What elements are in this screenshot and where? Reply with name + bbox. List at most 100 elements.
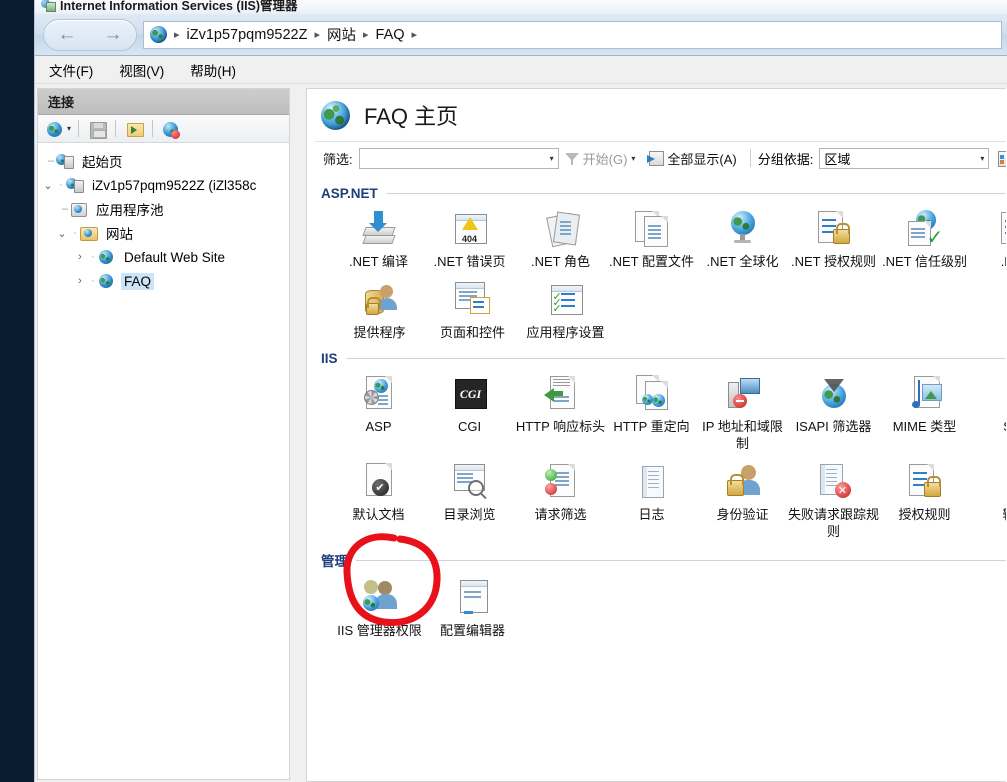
chevron-down-icon[interactable]: ▾	[67, 124, 71, 133]
tree-item-app-pools[interactable]: ┄ 应用程序池	[38, 197, 289, 221]
feature-row: .NET 编译 404 .NET 错误页 .NET 角色 .NET 配置文件 .…	[321, 203, 1007, 274]
feature-net-compilation[interactable]: .NET 编译	[333, 203, 424, 274]
isapi-filters-icon	[813, 374, 855, 414]
feature-label: 输出	[970, 506, 1007, 523]
feature-logging[interactable]: 日志	[606, 456, 697, 544]
go-button[interactable]: 开始(G) ▾	[559, 147, 642, 169]
iis-app-icon	[41, 0, 56, 12]
chevron-right-icon[interactable]: ›	[72, 275, 88, 287]
feature-isapi-filters[interactable]: ISAPI 筛选器	[788, 368, 879, 456]
feature-net-trust-levels[interactable]: ✓ .NET 信任级别	[879, 203, 970, 274]
feature-label: IIS 管理器权限	[337, 623, 422, 638]
tree-item-server[interactable]: ⌄ · iZv1p57pqm9522Z (iZl358c	[38, 173, 289, 197]
group-header: ASP.NET	[321, 186, 1007, 201]
breadcrumb-separator: ▸	[411, 29, 418, 41]
failed-request-tracing-rules-icon: ✕	[813, 462, 855, 502]
feature-group-management: 管理 IIS 管理器权限 配置编辑器	[321, 550, 1007, 643]
http-response-headers-icon	[540, 374, 582, 414]
feature-mime-types[interactable]: MIME 类型	[879, 368, 970, 456]
feature-label: 默认文档	[352, 507, 405, 522]
tree-item-label: FAQ	[121, 272, 155, 290]
group-header: 管理	[321, 550, 1007, 570]
feature-request-filtering[interactable]: 请求筛选	[515, 456, 606, 544]
feature-configuration-editor[interactable]: 配置编辑器	[426, 572, 519, 643]
feature-http-response-headers[interactable]: HTTP 响应标头	[515, 368, 606, 456]
menu-file[interactable]: 文件(F)	[49, 60, 93, 80]
connections-pane: 连接 ▾ ┄ 起始页 ⌄ · iZv1p57pqm9522Z (iZl358c …	[37, 88, 290, 780]
feature-net-authorization-rules[interactable]: .NET 授权规则	[788, 203, 879, 274]
tree-item-label: Default Web Site	[124, 249, 226, 265]
address-breadcrumb-bar[interactable]: ▸ iZv1p57pqm9522Z ▸ 网站 ▸ FAQ ▸	[143, 20, 1002, 49]
forward-button[interactable]: →	[104, 25, 123, 44]
connect-to-site-icon[interactable]	[123, 118, 145, 140]
connection-globe-icon	[150, 26, 167, 43]
connect-to-icon[interactable]	[44, 118, 66, 140]
window-title-text: Internet Information Services (IIS)管理器	[60, 0, 298, 13]
group-by-select[interactable]: 区域 ▾	[819, 147, 990, 169]
breadcrumb-server[interactable]: iZv1p57pqm9522Z	[187, 27, 308, 43]
menu-help[interactable]: 帮助(H)	[190, 60, 236, 80]
feature-default-document[interactable]: ✔ 默认文档	[333, 456, 424, 544]
tree-item-faq[interactable]: › · FAQ	[38, 269, 289, 293]
save-icon[interactable]	[86, 118, 108, 140]
feature-ssl-settings[interactable]: SSL	[970, 368, 1007, 456]
http-redirect-icon	[631, 374, 673, 414]
feature-iis-manager-permissions[interactable]: IIS 管理器权限	[333, 572, 426, 643]
feature-directory-browsing[interactable]: 目录浏览	[424, 456, 515, 544]
breadcrumb-faq[interactable]: FAQ	[376, 27, 405, 43]
tree-branch-line: ·	[59, 179, 63, 191]
chevron-right-icon[interactable]: ›	[72, 251, 88, 263]
feature-failed-request-tracing-rules[interactable]: ✕ 失败请求跟踪规则	[788, 456, 879, 544]
filter-input[interactable]: ▾	[358, 147, 559, 169]
breadcrumb-separator: ▸	[314, 29, 320, 41]
feature-net-globalization[interactable]: .NET 全球化	[697, 203, 788, 274]
providers-icon	[359, 280, 401, 320]
feature-application-settings[interactable]: ✓ ✓ ✓ 应用程序设置	[519, 274, 612, 345]
default-document-icon: ✔	[358, 462, 400, 502]
feature-authentication[interactable]: 身份验证	[697, 456, 788, 544]
feature-label: 提供程序	[353, 325, 406, 340]
feature-authorization-rules[interactable]: 授权规则	[879, 456, 970, 544]
show-all-icon	[647, 151, 665, 166]
feature-label: .NET 授权规则	[791, 254, 876, 269]
go-button-label: 开始(G)	[582, 151, 628, 167]
menu-bar: 文件(F) 视图(V) 帮助(H)	[35, 56, 1007, 84]
group-rule	[356, 559, 1007, 561]
feature-asp[interactable]: ASP	[333, 368, 424, 456]
disconnect-icon[interactable]	[160, 118, 182, 140]
feature-net-profile[interactable]: .NET 配置文件	[606, 203, 697, 274]
feature-label: 配置编辑器	[439, 623, 505, 638]
tree-branch-line: ·	[73, 227, 77, 239]
chevron-down-icon[interactable]: ⌄	[40, 179, 56, 192]
feature-providers[interactable]: 提供程序	[333, 274, 426, 345]
feature-net-error-pages[interactable]: 404 .NET 错误页	[424, 203, 515, 274]
chevron-down-icon[interactable]: ▾	[550, 154, 554, 163]
back-button[interactable]: ←	[58, 25, 77, 44]
feature-ip-address-domain-restrictions[interactable]: IP 地址和域限制	[697, 368, 788, 456]
feature-pages-and-controls[interactable]: 页面和控件	[426, 274, 519, 345]
pane-splitter[interactable]	[291, 88, 305, 780]
tree-item-sites[interactable]: ⌄ · 网站	[38, 221, 289, 245]
directory-browsing-icon	[449, 462, 491, 502]
chevron-down-icon[interactable]: ▾	[631, 154, 635, 163]
feature-output-caching[interactable]: 输出	[970, 456, 1007, 544]
breadcrumb-sites[interactable]: 网站	[327, 24, 356, 45]
server-icon	[66, 177, 84, 193]
feature-label: .NET 编译	[349, 254, 408, 269]
tree-item-default-web-site[interactable]: › · Default Web Site	[38, 245, 289, 269]
feature-label: 身份验证	[716, 507, 769, 522]
show-all-label: 全部显示(A)	[667, 151, 737, 167]
feature-label: .NET 信任级别	[882, 254, 967, 269]
chevron-down-icon[interactable]: ⌄	[54, 227, 70, 240]
feature-cgi[interactable]: CGI CGI	[424, 368, 515, 456]
feature-group-iis: IIS ASP CGI CGI HTTP 响应标头 HTTP 重定向 IP 地址…	[321, 351, 1007, 544]
tree-item-label: 起始页	[82, 155, 123, 170]
feature-net-roles[interactable]: .NET 角色	[515, 203, 606, 274]
chevron-down-icon[interactable]: ▾	[980, 154, 984, 163]
feature-label: HTTP 重定向	[613, 419, 690, 434]
show-all-button[interactable]: 全部显示(A)	[641, 147, 742, 169]
feature-net-session-state[interactable]: .NET	[970, 203, 1007, 274]
feature-http-redirect[interactable]: HTTP 重定向	[606, 368, 697, 456]
tree-item-start-page[interactable]: ┄ 起始页	[38, 149, 289, 173]
menu-view[interactable]: 视图(V)	[119, 60, 164, 80]
